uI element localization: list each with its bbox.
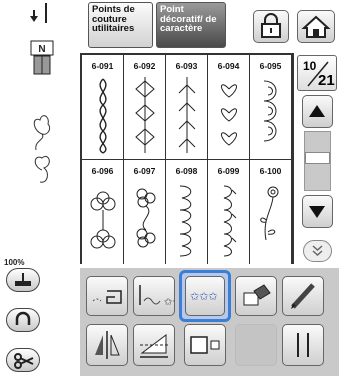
thread-cutter-button[interactable] [6, 348, 40, 372]
expand-button[interactable] [303, 240, 332, 262]
tool-panel: ✩✩ ✩✩✩ [80, 268, 339, 376]
tab-decorative-label: Point décoratif/ de caractère [160, 4, 217, 34]
reverse-stitch-button[interactable] [6, 308, 40, 332]
stitch-end-icon [92, 290, 122, 304]
page-down-button[interactable] [302, 195, 333, 228]
density-button[interactable] [133, 324, 175, 366]
mirror-icon [95, 331, 120, 359]
stitch-cell[interactable]: 6-091 [82, 55, 123, 159]
arrow-down-icon [309, 206, 325, 218]
left-panel: N 100% [0, 0, 80, 376]
eraser-icon [243, 284, 271, 306]
svg-text:✩✩: ✩✩ [164, 297, 174, 308]
stitch-code: 6-099 [217, 166, 240, 176]
page-indicator: 10 21 [297, 55, 337, 91]
lock-icon [261, 13, 281, 38]
stitch-grid: 6-091 6-092 6-093 6-094 6-095 6-096 6-09… [80, 53, 294, 264]
stitch-cell[interactable]: 6-098 [166, 160, 207, 264]
twin-needle-button[interactable] [282, 324, 324, 366]
stitch-code: 6-096 [91, 166, 114, 176]
edit-button[interactable] [282, 276, 324, 316]
tab-utility-label: Points de couture utilitaires [92, 4, 135, 34]
scrollbar-track[interactable] [304, 131, 331, 191]
page-up-button[interactable] [302, 95, 333, 128]
top-bar: Points de couture utilitaires Point déco… [80, 0, 339, 50]
home-button[interactable] [297, 10, 335, 43]
single-pattern-icon: ✩✩ [139, 285, 181, 308]
stitch-code: 6-098 [175, 166, 198, 176]
stitch-cell[interactable]: 6-095 [250, 55, 291, 159]
stitch-cell[interactable]: 6-097 [124, 160, 165, 264]
svg-text:✩✩✩: ✩✩✩ [190, 291, 218, 303]
stitch-code: 6-091 [91, 61, 114, 71]
erase-button[interactable] [235, 276, 277, 316]
thread-tension-button[interactable] [6, 268, 40, 292]
stitch-cell[interactable]: 6-093 [166, 55, 207, 159]
svg-text:N: N [38, 44, 45, 55]
stitch-code: 6-097 [133, 166, 156, 176]
stitch-cell[interactable]: 6-096 [82, 160, 123, 264]
disabled-button [235, 324, 277, 366]
size-button[interactable] [184, 324, 226, 366]
stitch-cell[interactable]: 6-099 [208, 160, 249, 264]
home-icon [301, 15, 331, 38]
stitch-cell[interactable]: 6-094 [208, 55, 249, 159]
stitch-code: 6-092 [133, 61, 156, 71]
stitch-code: 6-094 [217, 61, 240, 71]
scrollbar-thumb[interactable] [305, 152, 330, 164]
size-icon [190, 336, 220, 354]
repeat-pattern-button[interactable]: ✩✩✩ [185, 276, 225, 316]
arrow-up-icon [309, 105, 325, 117]
needle-position-icon [30, 3, 47, 23]
lock-button[interactable] [253, 10, 289, 43]
page-navigation: 10 21 [296, 53, 339, 264]
twin-needle-icon [297, 333, 309, 357]
single-repeat-button[interactable]: ✩✩ [133, 276, 181, 316]
stitch-cell[interactable]: 6-092 [124, 55, 165, 159]
mirror-button[interactable] [86, 324, 128, 366]
selected-frame: ✩✩✩ [179, 270, 231, 322]
stitch-cell[interactable]: 6-100 [250, 160, 291, 264]
stitch-code: 6-093 [175, 61, 198, 71]
chevron-double-down-icon [312, 245, 323, 257]
density-icon [140, 334, 168, 358]
stitch-code: 6-100 [259, 166, 282, 176]
stitch-preview-icon [33, 115, 51, 183]
stitch-code: 6-095 [259, 61, 282, 71]
tab-utility-stitches[interactable]: Points de couture utilitaires [88, 2, 153, 48]
thread-cut-stitch-button[interactable] [86, 276, 128, 316]
pencil-icon [291, 283, 315, 309]
presser-foot-N-icon: N [30, 40, 54, 75]
repeat-pattern-icon: ✩✩✩ [190, 291, 218, 303]
page-total: 21 [318, 72, 335, 89]
tab-decorative-stitches[interactable]: Point décoratif/ de caractère [156, 2, 226, 48]
zoom-label: 100% [4, 258, 25, 267]
